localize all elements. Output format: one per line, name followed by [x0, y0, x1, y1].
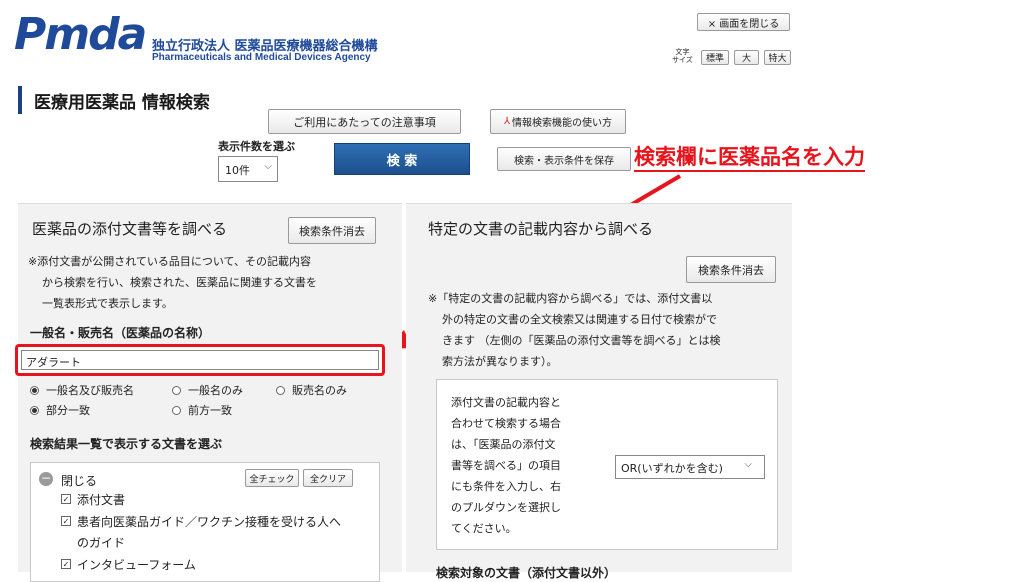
howto-button[interactable]: ⅄ 情報検索機能の使い方	[490, 109, 626, 134]
right-clear-button[interactable]: 検索条件消去	[686, 256, 776, 283]
doc-patient-guide-label: 患者向医薬品ガイド／ワクチン接種を受ける人へ	[77, 515, 342, 529]
radio-prefix-match[interactable]	[172, 406, 181, 415]
combine-box: 添付文書の記載内容と 合わせて検索する場合 は、「医薬品の添付文 書等を調べる」…	[436, 379, 778, 550]
save-conditions-button[interactable]: 検索・表示条件を保存	[497, 147, 631, 171]
page-title: 医療用医薬品 情報検索	[34, 93, 210, 113]
doc-checkbox-patient-guide[interactable]: ✓	[61, 516, 71, 526]
font-size-large-label: 大	[741, 54, 751, 64]
doc-interview-form-label: インタビューフォーム	[77, 558, 196, 572]
right-desc-line-4: 索方法が異なります）。	[442, 355, 558, 368]
left-desc-line-1: ※添付文書が公開されている品目について、その記載内容	[28, 255, 312, 268]
radio-prefix-match-label: 前方一致	[188, 404, 232, 417]
radio-generic-only-label: 一般名のみ	[188, 384, 243, 397]
close-window-label: × 画面を閉じる	[707, 18, 780, 30]
howto-button-label: 情報検索機能の使い方	[512, 118, 613, 129]
combine-line-3: は、「医薬品の添付文	[451, 438, 556, 451]
doc-package-insert-label: 添付文書	[77, 493, 126, 507]
font-size-large-button[interactable]: 大	[734, 50, 759, 65]
clear-all-label: 全クリア	[309, 474, 346, 485]
right-desc-line-2: 外の特定の文書の全文検索又は関連する日付で検索がで	[442, 313, 717, 326]
radio-brand-only[interactable]	[276, 386, 285, 395]
combine-line-7: てください。	[451, 522, 517, 535]
font-size-xlarge-button[interactable]: 特大	[764, 50, 791, 65]
collapse-label[interactable]: 閉じる	[61, 472, 97, 489]
close-window-button[interactable]: × 画面を閉じる	[697, 13, 790, 31]
check-all-label: 全チェック	[249, 474, 295, 485]
doc-select-label: 検索結果一覧で表示する文書を選ぶ	[30, 437, 223, 451]
left-clear-label: 検索条件消去	[299, 224, 365, 238]
clear-all-button[interactable]: 全クリア	[303, 469, 353, 487]
display-count-label: 表示件数を選ぶ	[218, 140, 295, 153]
left-desc-line-3: 一覧表形式で表示します。	[42, 297, 173, 310]
search-button[interactable]: 検 索	[334, 143, 470, 175]
chevron-down-icon: ⌵	[744, 459, 752, 470]
right-bottom-label: 検索対象の文書（添付文書以外）	[436, 566, 617, 580]
font-size-standard-label: 標準	[705, 54, 724, 64]
doc-patient-guide-label-cont: のガイド	[77, 536, 126, 550]
right-desc-line-1: ※「特定の文書の記載内容から調べる」では、添付文書以	[428, 292, 713, 305]
combine-line-2: 合わせて検索する場合	[451, 417, 561, 430]
pmda-logo: Pmda	[14, 9, 147, 60]
radio-generic-only[interactable]	[172, 386, 181, 395]
notice-button[interactable]: ご利用にあたっての注意事項	[268, 109, 461, 134]
left-search-panel: 医薬品の添付文書等を調べる 検索条件消去 ※添付文書が公開されている品目について…	[15, 203, 402, 582]
save-conditions-label: 検索・表示条件を保存	[514, 155, 614, 167]
combine-operator-select[interactable]: OR(いずれかを含む) ⌵	[615, 455, 765, 479]
combine-operator-value: OR(いずれかを含む)	[621, 462, 723, 475]
check-all-button[interactable]: 全チェック	[245, 469, 299, 487]
search-button-label: 検 索	[386, 153, 418, 169]
radio-partial-match[interactable]	[30, 406, 39, 415]
annotation-text: 検索欄に医薬品名を入力	[634, 144, 865, 172]
left-desc-line-2: から検索を行い、検索された、医薬品に関連する文書を	[42, 276, 317, 289]
combine-line-4: 書等を調べる」の項目	[451, 459, 561, 472]
font-size-standard-button[interactable]: 標準	[701, 50, 729, 65]
right-clear-label: 検索条件消去	[698, 263, 764, 277]
doc-checkbox-package-insert[interactable]: ✓	[61, 494, 71, 504]
doc-checkbox-interview-form[interactable]: ✓	[61, 559, 71, 569]
radio-brand-only-label: 販売名のみ	[292, 384, 347, 397]
right-search-panel: 特定の文書の記載内容から調べる 検索条件消去 ※「特定の文書の記載内容から調べる…	[406, 203, 792, 580]
font-size-label: 文字 サイズ	[672, 48, 693, 64]
radio-name-both[interactable]	[30, 386, 39, 395]
radio-name-both-label: 一般名及び販売名	[46, 384, 134, 397]
drug-name-input-value: アダラート	[26, 356, 81, 369]
title-accent-bar	[18, 86, 22, 114]
doc-select-box: − 閉じる 全チェック 全クリア ✓ 添付文書 ✓ 患者向医薬品ガイド／ワクチン…	[30, 462, 380, 582]
left-panel-title: 医薬品の添付文書等を調べる	[32, 220, 228, 238]
combine-line-6: のプルダウンを選択し	[451, 501, 561, 514]
org-name-en: Pharmaceuticals and Medical Devices Agen…	[152, 52, 371, 63]
right-desc-line-3: きます （左側の「医薬品の添付文書等を調べる」とは検	[442, 334, 721, 347]
logo-text: Pmda	[14, 9, 147, 60]
drug-name-input[interactable]: アダラート	[21, 350, 379, 370]
radio-partial-match-label: 部分一致	[46, 404, 90, 417]
display-count-select[interactable]: 10件 ⌵	[218, 156, 278, 182]
display-count-value: 10件	[225, 164, 250, 177]
left-clear-button[interactable]: 検索条件消去	[288, 217, 376, 244]
name-field-label: 一般名・販売名（医薬品の名称）	[30, 326, 211, 340]
pdf-icon: ⅄	[503, 116, 511, 127]
combine-line-5: にも条件を入力し、右	[451, 480, 561, 493]
right-panel-title: 特定の文書の記載内容から調べる	[428, 220, 654, 238]
font-size-xlarge-label: 特大	[768, 54, 787, 64]
notice-button-label: ご利用にあたっての注意事項	[293, 115, 436, 129]
name-input-highlight: アダラート	[15, 344, 385, 376]
combine-line-1: 添付文書の記載内容と	[451, 396, 561, 409]
chevron-down-icon: ⌵	[264, 161, 272, 172]
collapse-icon[interactable]: −	[39, 472, 53, 486]
